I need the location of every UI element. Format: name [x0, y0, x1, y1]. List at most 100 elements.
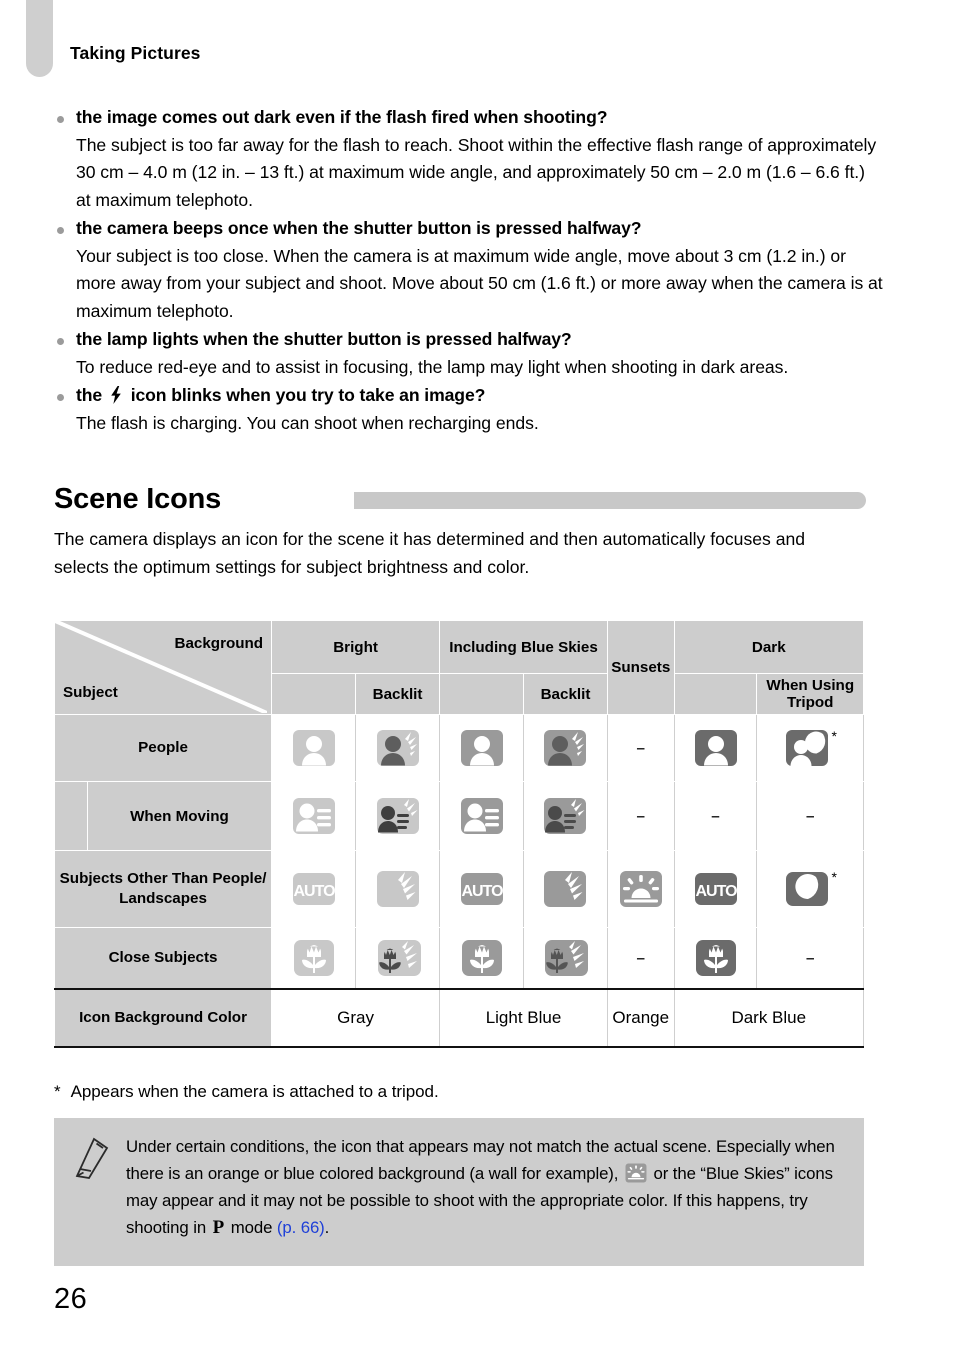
faq-question: the camera beeps once when the shutter b…: [76, 218, 642, 238]
table-row: When Moving – – –: [54, 781, 864, 851]
faq-question-prefix: the: [76, 385, 103, 405]
row-label-icon-bg-color: Icon Background Color: [53, 988, 273, 1048]
scene-icon-cell: [673, 714, 758, 782]
svg-text:AUTO: AUTO: [695, 883, 737, 900]
person-moon-icon: *: [757, 725, 863, 771]
chapter-tab: [26, 0, 53, 77]
bullet-dot-icon: [57, 394, 64, 401]
note-text-part3: mode: [230, 1218, 273, 1237]
person-backlit-icon: [356, 725, 439, 771]
pencil-icon: [72, 1136, 112, 1182]
faq-bullet-list: the image comes out dark even if the fla…: [54, 104, 884, 438]
table-row: Subjects Other Than People/ Landscapes A…: [53, 850, 864, 928]
sunset-icon: [625, 1163, 647, 1183]
backlit-icon: [524, 866, 607, 912]
col-subheader-blank-dark: [673, 673, 758, 715]
flower-backlit-icon: [524, 935, 607, 981]
scene-icon-cell: [355, 850, 441, 928]
table-row: Close Subjects – –: [53, 927, 864, 990]
scene-icon-cell: AUTO: [439, 850, 524, 928]
person-backlit-icon: [524, 725, 607, 771]
scene-icon-cell: [523, 850, 608, 928]
scene-icon-cell-empty: –: [756, 781, 864, 851]
person-moving-backlit-icon: [356, 793, 439, 839]
table-header-row: Background Subject Bright Including Blue…: [53, 620, 865, 715]
scene-icon-cell: [673, 927, 758, 990]
table-row: People – *: [53, 714, 864, 782]
scene-icon-cell: [439, 714, 524, 782]
page-title: Scene Icons: [54, 483, 222, 515]
person-moving-backlit-icon: [524, 793, 607, 839]
scene-icon-cell: [439, 781, 524, 851]
col-header-dark: Dark: [673, 620, 865, 674]
flower-backlit-icon: [356, 935, 439, 981]
scene-icon-cell: *: [756, 714, 864, 782]
scene-icons-table: Background Subject Bright Including Blue…: [53, 620, 865, 1048]
list-item: the icon blinks when you try to take an …: [54, 382, 884, 437]
row-indent-spacer: [54, 781, 88, 851]
scene-icon-cell: [355, 927, 441, 990]
col-subheader-backlit-bright: Backlit: [355, 673, 441, 715]
icon-bg-color-orange: Orange: [606, 988, 675, 1048]
scene-icon-cell: [606, 850, 675, 928]
row-label-people: People: [53, 714, 273, 782]
column-axis-label: Background: [174, 635, 264, 652]
icon-bg-color-dark-blue: Dark Blue: [673, 988, 865, 1048]
scene-icon-cell: [355, 781, 441, 851]
table-row-icon-colors: Icon Background Color Gray Light Blue Or…: [53, 988, 865, 1048]
faq-answer: To reduce red-eye and to assist in focus…: [76, 356, 789, 377]
row-label-subjects-other: Subjects Other Than People/ Landscapes: [53, 850, 273, 928]
col-header-bright: Bright: [271, 620, 441, 674]
scene-icon-cell: [271, 927, 357, 990]
col-subheader-backlit-blue: Backlit: [523, 673, 608, 715]
person-moving-icon: [272, 793, 355, 839]
scene-icon-cell-empty: –: [606, 781, 675, 851]
faq-answer: The subject is too far away for the flas…: [76, 134, 877, 210]
faq-question: the icon blinks when you try to take an …: [76, 382, 884, 410]
faq-question: the image comes out dark even if the fla…: [76, 107, 608, 127]
scene-icon-cell: AUTO: [673, 850, 758, 928]
faq-question-suffix: icon blinks when you try to take an imag…: [130, 385, 486, 405]
bullet-dot-icon: [57, 116, 64, 123]
backlit-icon: [356, 866, 439, 912]
row-label-close-subjects: Close Subjects: [53, 927, 273, 990]
scene-icon-cell: [271, 781, 357, 851]
col-header-blue-skies: Including Blue Skies: [439, 620, 608, 674]
footnote-text: Appears when the camera is attached to a…: [70, 1082, 439, 1101]
flower-icon: [675, 935, 757, 981]
table-corner-cell: Background Subject: [53, 620, 273, 715]
scene-icon-cell: [439, 927, 524, 990]
bullet-dot-icon: [57, 227, 64, 234]
page-reference-link[interactable]: (p. 66): [277, 1218, 325, 1237]
list-item: the lamp lights when the shutter button …: [54, 326, 884, 381]
note-text: Under certain conditions, the icon that …: [126, 1133, 850, 1241]
col-subheader-tripod: When Using Tripod: [756, 673, 864, 715]
scene-icon-cell: [523, 927, 608, 990]
scene-icon-cell: [271, 714, 357, 782]
auto-icon: AUTO: [675, 866, 757, 912]
row-axis-label: Subject: [63, 684, 118, 701]
auto-icon: AUTO: [272, 866, 355, 912]
scene-icon-cell: [523, 781, 608, 851]
list-item: the camera beeps once when the shutter b…: [54, 215, 884, 325]
col-header-sunsets: Sunsets: [606, 620, 675, 715]
col-subheader-blank-bright: [271, 673, 357, 715]
svg-text:AUTO: AUTO: [461, 883, 503, 900]
faq-question: the lamp lights when the shutter button …: [76, 329, 572, 349]
scene-icon-cell: [523, 714, 608, 782]
scene-icon-cell-empty: –: [756, 927, 864, 990]
page-header: Taking Pictures: [70, 43, 201, 63]
heading-rule: [354, 492, 866, 509]
moon-icon: *: [757, 866, 863, 912]
page-number: 26: [54, 1283, 88, 1315]
footnote-marker: *: [831, 728, 837, 744]
bullet-dot-icon: [57, 338, 64, 345]
footnote-marker: *: [54, 1082, 61, 1101]
row-label-when-moving: When Moving: [86, 781, 273, 851]
sunset-icon: [608, 866, 674, 912]
list-item: the image comes out dark even if the fla…: [54, 104, 884, 214]
section-intro-text: The camera displays an icon for the scen…: [54, 529, 806, 577]
faq-answer: The flash is charging. You can shoot whe…: [76, 412, 539, 433]
person-icon: [272, 725, 355, 771]
icon-bg-color-gray: Gray: [271, 988, 441, 1048]
